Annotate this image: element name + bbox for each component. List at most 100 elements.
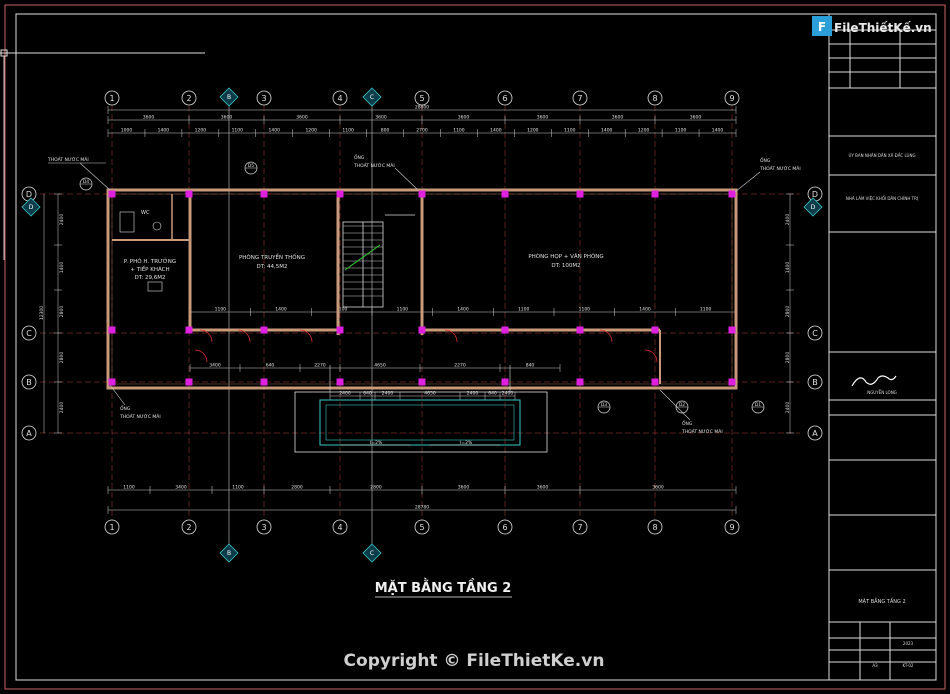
section-mark-d-right-label: D <box>811 204 816 211</box>
pipe-t-l1: ỐNG <box>354 153 365 161</box>
cad-drawing: ỦY BAN NHÂN DÂN XÃ ĐẮC LÙNG NHÀ LÀM VIỆC… <box>0 4 946 690</box>
lower-dim-row-value: 840 <box>526 363 535 369</box>
slope-a: I=2% <box>370 440 383 446</box>
top-dim-row1-value: 3600 <box>537 115 549 121</box>
wc-label: WC <box>141 210 150 216</box>
grid-bubble-label: B <box>812 378 818 387</box>
top-dim-row2-value: 1400 <box>712 128 724 134</box>
bottom-dim-total-value: 28780 <box>415 505 429 511</box>
top-dim-row2-value: 1000 <box>121 128 133 134</box>
terrace <box>294 365 548 453</box>
section-mark-b-top-label: B <box>227 94 231 101</box>
structural-column-25 <box>728 326 736 334</box>
detail-tag-label: D4 <box>83 179 89 185</box>
structural-column-26 <box>728 378 736 386</box>
dimension-lines: 3600 3600 3600 3600 3600 3600 3600 3600 1000 1400… <box>39 105 794 514</box>
staircase <box>342 214 415 308</box>
grid-bubble-label: 9 <box>729 523 734 532</box>
title-block <box>828 13 937 681</box>
structural-column-0 <box>108 190 116 198</box>
left-dim-value: 2400 <box>59 402 65 414</box>
slope-b: I=2% <box>460 440 473 446</box>
tb-sheet-no: KT-02 <box>903 663 914 668</box>
left-room-line2: + TIẾP KHÁCH <box>130 265 169 273</box>
left-dim-value: 2800 <box>59 352 65 364</box>
sunken-dim-row-value: 2400 <box>382 391 394 397</box>
right-dim-value: 2800 <box>785 306 791 318</box>
section-mark-b-bottom-label: B <box>227 550 231 557</box>
top-dim-row2-value: 1100 <box>675 128 687 134</box>
bottom-dim-row1-value: 3600 <box>458 485 470 491</box>
structural-column-11 <box>336 378 344 386</box>
structural-column-4 <box>185 326 193 334</box>
lower-dim-row-value: 2270 <box>454 363 466 369</box>
mid-dim-row-value: 1400 <box>639 307 651 313</box>
pipe-t-leader <box>394 167 419 191</box>
structural-column-22 <box>651 326 659 334</box>
top-dim-row2-value: 1400 <box>490 128 502 134</box>
left-dim-value: 1400 <box>59 262 65 274</box>
structural-column-21 <box>651 190 659 198</box>
lower-dim-row-value: 640 <box>266 363 275 369</box>
pipe-tr-leader <box>734 171 761 193</box>
structural-column-9 <box>336 190 344 198</box>
left-dim-value: 2800 <box>59 306 65 318</box>
structural-column-3 <box>185 190 193 198</box>
structural-column-5 <box>185 378 193 386</box>
bottom-dim-row1-value: 2800 <box>291 485 303 491</box>
tb-sheet-title: MẶT BẰNG TẦNG 2 <box>858 597 905 605</box>
lower-dim-row-value: 2270 <box>314 363 326 369</box>
bottom-dim-row1-value: 3600 <box>537 485 549 491</box>
grid-bubble-label: A <box>26 429 32 438</box>
structural-column-14 <box>418 378 426 386</box>
door-swing-4 <box>599 329 613 343</box>
door-swing-3 <box>444 329 458 343</box>
bottom-dim-row1-value: 3600 <box>652 485 664 491</box>
toilet-icon <box>152 221 162 231</box>
structural-column-13 <box>418 326 426 334</box>
structural-column-1 <box>108 326 116 334</box>
sunken-dim-row-value: 640 <box>488 391 497 397</box>
tb-owner: ỦY BAN NHÂN DÂN XÃ ĐẮC LÙNG <box>848 153 915 158</box>
structural-column-10 <box>336 326 344 334</box>
structural-column-19 <box>576 326 584 334</box>
mid-dim-row-value: 1100 <box>397 307 409 313</box>
grid-bubble-label: 8 <box>652 523 657 532</box>
right-dim-value: 1400 <box>785 262 791 274</box>
top-dim-row1-value: 3600 <box>296 115 308 121</box>
grid-bubble-label: 2 <box>186 94 191 103</box>
pipe-tr-l2: THOÁT NƯỚC MÁI <box>759 165 801 172</box>
structural-column-17 <box>501 378 509 386</box>
bottom-dim-row1-value: 2800 <box>370 485 382 491</box>
pipe-t-l2: THOÁT NƯỚC MÁI <box>353 162 395 169</box>
mid-dim-row-value: 1400 <box>275 307 287 313</box>
top-dim-row2-value: 1200 <box>195 128 207 134</box>
door-swing-1 <box>237 329 251 343</box>
grid-bubble-label: 5 <box>419 523 424 532</box>
filethietke-logo: F <box>812 16 832 36</box>
tb-scale: A3 <box>872 663 878 668</box>
top-dim-row1-value: 3600 <box>458 115 470 121</box>
top-dim-row2-value: 1400 <box>601 128 613 134</box>
sunken-dim-row-value: 2400 <box>339 391 351 397</box>
grid-bubble-label: 1 <box>109 523 114 532</box>
left-room-line1: P. PHÓ H. TRƯỞNG <box>124 257 176 265</box>
grid-bubble-label: B <box>26 378 32 387</box>
pipe-tr-l1: ỐNG <box>760 156 771 164</box>
grid-bubble-label: 6 <box>502 94 507 103</box>
grid-bubble-label: C <box>812 329 818 338</box>
top-dim-row2-value: 1100 <box>453 128 465 134</box>
top-dim-row2-value: 2700 <box>416 128 428 134</box>
detail-tag-label: D3 <box>601 402 607 408</box>
wc-fixture-icon <box>119 211 135 233</box>
top-dim-row2-value: 800 <box>381 128 390 134</box>
pipe-tl-leader2 <box>79 162 111 191</box>
grid-bubble-label: 3 <box>261 523 266 532</box>
top-dim-total-value: 28800 <box>415 105 429 111</box>
grid-bubble-label: 4 <box>337 523 342 532</box>
top-dim-row1-value: 3600 <box>221 115 233 121</box>
pipe-bl-l1: ỐNG <box>120 404 131 412</box>
section-mark-c-bottom-label: C <box>370 550 374 557</box>
sunken-dim-row-value: 2400 <box>467 391 479 397</box>
mid-dim-row-value: 1400 <box>457 307 469 313</box>
